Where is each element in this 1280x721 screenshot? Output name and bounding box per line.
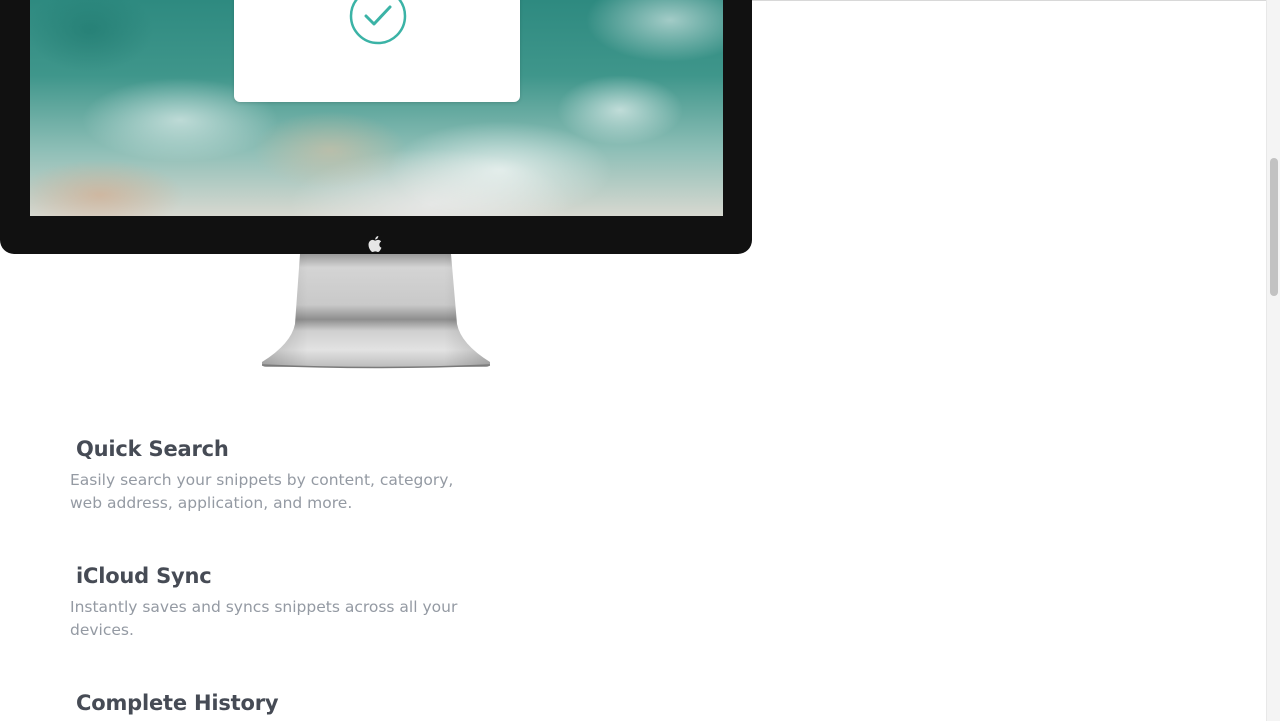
check-circle-icon bbox=[349, 0, 407, 45]
feature-icloud-sync: iCloud Sync Instantly saves and syncs sn… bbox=[70, 563, 470, 642]
feature-title: Quick Search bbox=[76, 437, 229, 461]
confirmation-card bbox=[234, 0, 520, 102]
feature-title: Complete History bbox=[76, 691, 279, 715]
imac-display bbox=[0, 0, 752, 254]
feature-title: iCloud Sync bbox=[76, 564, 212, 588]
page: Quick Search Easily search your snippets… bbox=[0, 0, 1280, 721]
feature-description: Easily search your snippets by content, … bbox=[70, 471, 454, 512]
imac-stand bbox=[261, 254, 491, 369]
apple-logo-icon bbox=[368, 236, 382, 252]
feature-quick-search: Quick Search Easily search your snippets… bbox=[70, 436, 470, 515]
imac-screen-wallpaper bbox=[30, 0, 723, 216]
feature-complete-history: Complete History bbox=[70, 690, 470, 716]
scrollbar-thumb[interactable] bbox=[1270, 158, 1278, 296]
feature-description: Instantly saves and syncs snippets acros… bbox=[70, 598, 458, 639]
vertical-scrollbar[interactable] bbox=[1266, 0, 1280, 721]
